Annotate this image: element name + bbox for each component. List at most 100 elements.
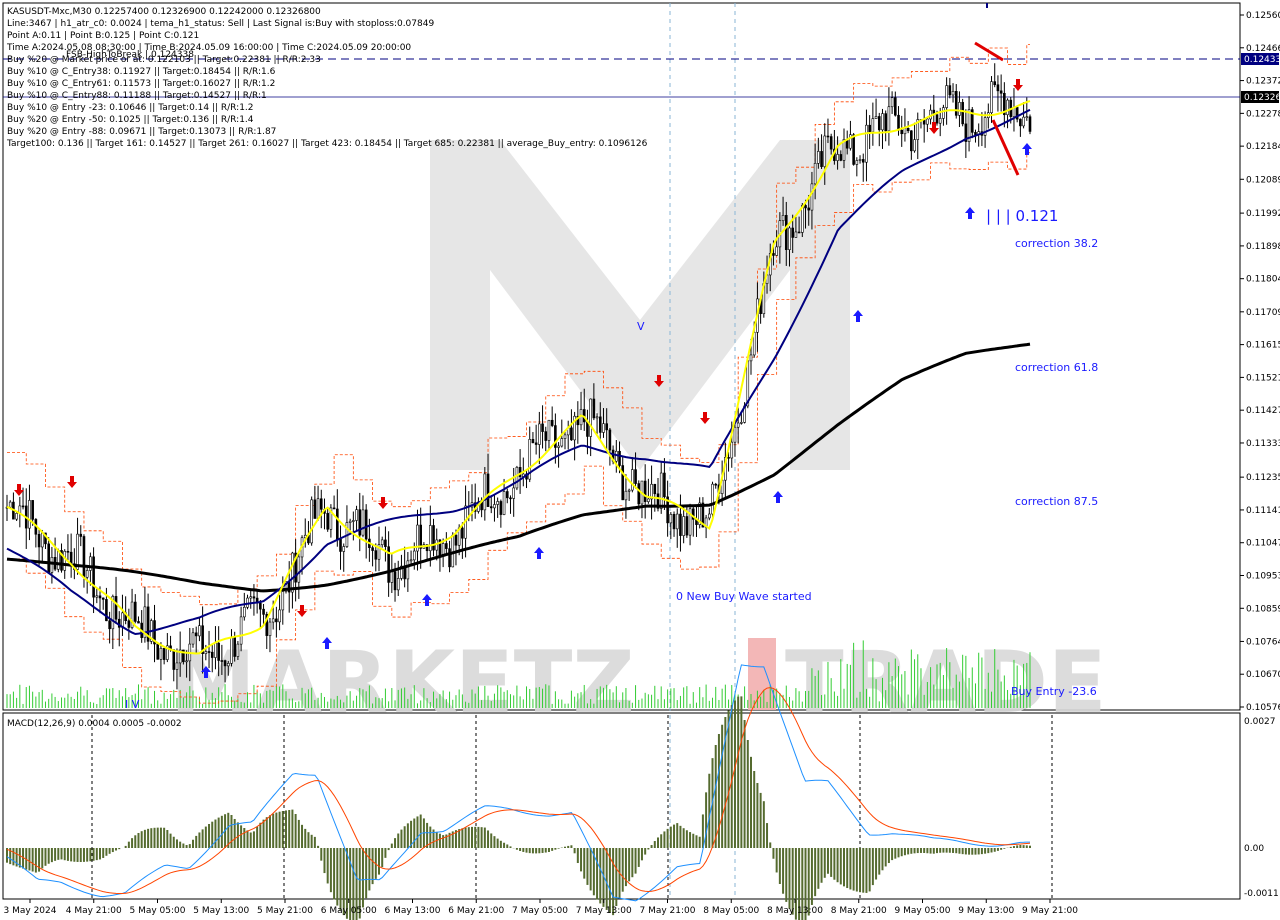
candle-body [541,423,544,432]
candle-body [881,113,884,131]
candle-body [358,509,362,536]
candle-body [486,473,490,507]
candle-body [627,489,631,492]
candle-body [31,500,34,520]
macd-label: MACD(12,26,9) 0.0004 0.0005 -0.0002 [7,719,182,729]
candle-body [807,207,811,211]
candle-body [910,130,913,152]
candle-body [262,608,265,615]
candle-body [445,543,448,549]
candle-body [557,445,560,448]
candle-body [454,534,458,546]
candle-body [797,231,801,234]
candle-body [380,539,384,546]
macd-tick-label: 0.00 [1244,844,1264,854]
candle-body [858,159,862,161]
candle-body [390,571,394,583]
candle-body [586,421,589,437]
candle-body [544,431,548,441]
candle-body [945,85,948,108]
info-line: Line:3467 | h1_atr_c0: 0.0024 | tema_h1_… [7,19,434,29]
candle-body [396,578,400,591]
price-tick-label: 0.12278 [1246,109,1280,119]
candle-body [172,649,176,670]
candle-body [1019,118,1022,127]
candle-body [708,513,711,519]
candle-body [8,501,12,508]
price-tick-label: 0.11427 [1246,406,1280,416]
candle-body [207,651,211,653]
price-tick-label: 0.11804 [1246,275,1280,285]
price-tick-label: 0.10576 [1246,703,1280,713]
candle-body [772,253,775,256]
price-axis: 0.12560 0.12466 0.12372 0.12278 0.12184 0.120… [1240,11,1280,713]
candle-body [868,124,871,133]
candle-body [57,550,60,570]
correction-38-label: correction 38.2 [1015,237,1098,250]
candle-body [66,550,70,553]
price-tick-label: 0.10859 [1246,604,1280,614]
candle-body [332,507,336,510]
price-tick-label: 0.11992 [1246,209,1280,219]
candle-body [352,520,355,522]
candle-body [502,491,506,515]
candle-body [310,499,313,544]
candle-body [781,215,785,222]
candle-body [339,538,342,552]
candle-body [210,651,214,658]
candle-body [887,106,891,132]
info-line: Buy %10 @ C_Entry61: 0.11573 || Target:0… [7,79,275,89]
time-tick-label: 9 May 05:00 [895,906,951,916]
candle-body [839,154,843,161]
candle-body [861,159,865,163]
candle-body [624,490,628,501]
candle-body [412,550,416,561]
candle-body [550,419,554,426]
candle-body [220,660,224,662]
candle-body [121,612,124,628]
candle-body [900,129,904,135]
candle-body [711,483,714,515]
candle-body [682,516,685,536]
candle-body [618,450,621,466]
candle-body [602,423,605,433]
price-tick-label: 0.10764 [1246,637,1280,647]
candle-body [156,643,160,660]
time-tick-label: 7 May 13:00 [576,906,632,916]
macd-tick-label: -0.0011 [1244,889,1279,899]
candle-body [897,114,900,131]
candle-body [775,246,778,256]
candle-body [570,427,573,441]
candle-body [874,116,878,119]
candle-body [499,501,503,515]
candle-body [483,473,487,511]
time-axis: 3 May 2024 4 May 21:00 5 May 05:00 5 May 13… [4,899,1078,916]
candle-body [749,354,753,362]
candle-body [21,505,25,508]
candle-body [243,606,246,618]
candle-body [316,498,320,519]
candle-body [291,552,294,593]
watermark-right: TRADE [785,633,1107,733]
candle-body [852,134,855,165]
candle-body [313,499,317,519]
time-tick-label: 9 May 13:00 [958,906,1014,916]
candle-body [364,509,368,540]
info-line: Point A:0.11 | Point B:0.125 | Point C:0… [7,31,199,41]
candle-body [518,467,522,478]
candle-body [448,548,451,568]
candle-body [85,570,89,578]
candle-body [826,135,830,138]
time-tick-label: 5 May 21:00 [257,906,313,916]
point-c-label: | | | 0.121 [986,207,1058,225]
candle-body [37,533,41,548]
candle-body [595,416,599,419]
time-tick-label: 6 May 13:00 [385,906,441,916]
candle-body [175,662,179,670]
candle-body [297,556,301,583]
candle-body [730,441,734,459]
candle-body [374,550,378,560]
candle-body [647,498,650,502]
candle-body [865,124,868,163]
candle-body [15,512,18,520]
